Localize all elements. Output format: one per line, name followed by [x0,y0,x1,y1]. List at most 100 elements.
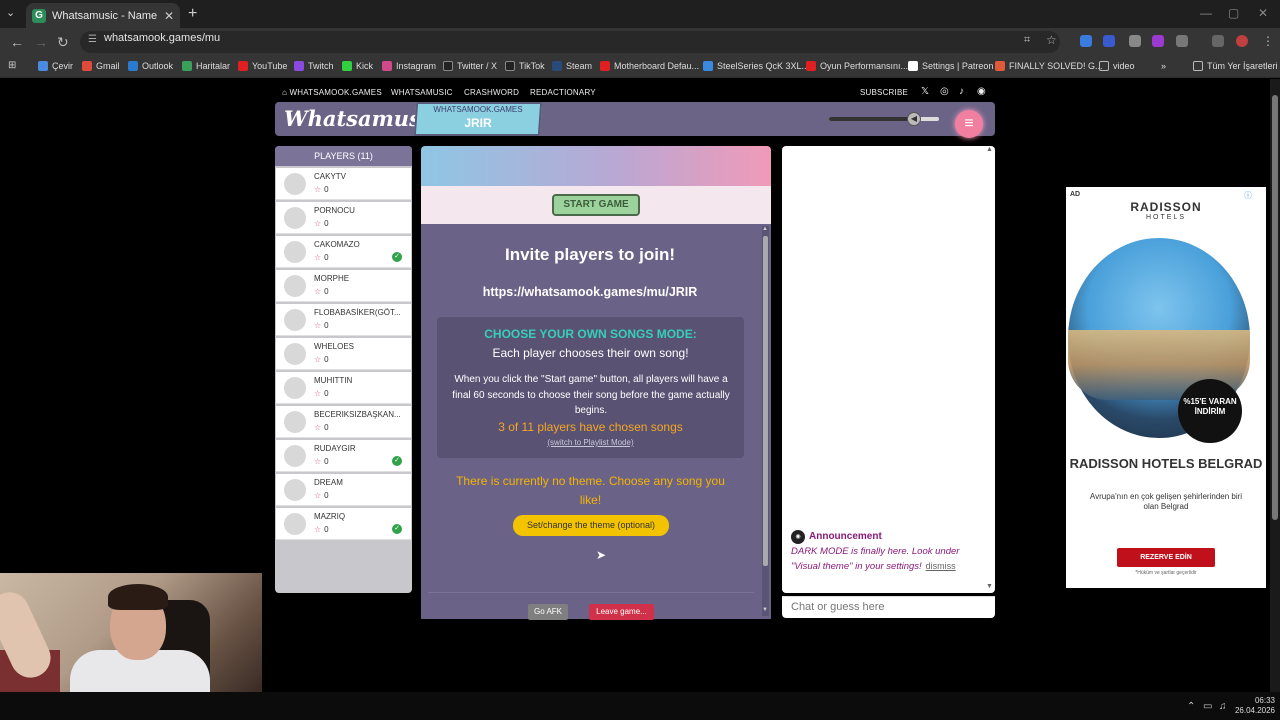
bookmarks-overflow-icon[interactable]: » [1161,61,1166,71]
player-score: ☆ 0 [314,525,329,534]
clock-time: 06:33 [1254,696,1275,705]
browser-menu-icon[interactable]: ⋮ [1262,34,1274,48]
player-row[interactable]: CAKOMAZO ☆ 0 ✓ [276,236,411,268]
bookmark-item[interactable]: Twitch [294,61,334,71]
chat-input-placeholder[interactable]: Chat or guess here [791,601,885,613]
scroll-down-icon[interactable]: ▼ [762,607,768,613]
volume-knob-icon[interactable]: ◀ [907,112,921,126]
all-bookmarks-folder[interactable]: Tüm Yer İşaretleri [1193,61,1278,71]
bookmark-item[interactable]: Settings | Patreon [908,61,993,71]
leave-game-button[interactable]: Leave game... [589,604,654,620]
taskbar-clock[interactable]: 06:33 26.04.2026 [1230,696,1275,716]
bookmark-item[interactable]: Steam [552,61,592,71]
bookmark-item[interactable]: Oyun Performansını... [806,61,908,71]
nav-subscribe-link[interactable]: SUBSCRIBE [860,88,908,97]
url-text[interactable]: whatsamook.games/mu [104,32,220,44]
bookmark-item[interactable]: TikTok [505,61,545,71]
extension-icon[interactable] [1080,35,1092,47]
bookmark-item[interactable]: Haritalar [182,61,230,71]
player-score-value: 0 [324,525,329,534]
go-afk-button[interactable]: Go AFK [528,604,568,620]
new-tab-icon[interactable]: + [188,5,197,23]
page-scrollbar-thumb[interactable] [1272,95,1278,520]
site-info-icon[interactable]: ☰ [88,34,97,45]
announcement-body: DARK MODE is finally here. Look under "V… [791,545,966,574]
hamburger-menu-icon[interactable]: ≡ [955,110,983,138]
player-row[interactable]: PORNOCU ☆ 0 [276,202,411,234]
player-score: ☆ 0 [314,253,329,262]
forward-icon[interactable]: → [34,34,48,50]
bookmark-item[interactable]: Kick [342,61,373,71]
bookmark-item[interactable]: Outlook [128,61,173,71]
network-icon[interactable]: ▭ [1203,701,1212,712]
nav-home-link[interactable]: ⌂ WHATSAMOOK.GAMES [282,88,382,97]
media-icon[interactable] [1212,35,1224,47]
maximize-icon[interactable]: ▢ [1228,6,1239,20]
player-row[interactable]: DREAM ☆ 0 [276,474,411,506]
dismiss-link[interactable]: dismiss [926,561,956,571]
window-close-icon[interactable]: ✕ [1258,6,1268,20]
bookmark-item[interactable]: Instagram [382,61,436,71]
player-score: ☆ 0 [314,321,329,330]
discord-icon[interactable]: ◉ [977,86,986,97]
player-avatar [284,513,306,535]
player-row[interactable]: MAZRIQ ☆ 0 ✓ [276,508,411,540]
nav-crashword-link[interactable]: CRASHWORD [464,88,519,97]
bookmark-folder[interactable]: video [1099,61,1135,71]
extension-icon[interactable] [1152,35,1164,47]
twitter-icon[interactable]: 𝕏 [921,86,929,97]
set-theme-button[interactable]: Set/change the theme (optional) [513,515,669,536]
nav-whatsamusic-link[interactable]: WHATSAMUSIC [391,88,453,97]
chat-scroll-down-icon[interactable]: ▼ [986,583,993,590]
game-panel-scroll-thumb[interactable] [763,236,768,566]
bookmark-item[interactable]: Twitter / X [443,61,497,71]
tab-search-icon[interactable]: ⌄ [6,6,15,19]
bookmark-star-icon[interactable]: ☆ [1046,33,1057,47]
extension-icon[interactable] [1103,35,1115,47]
start-game-button[interactable]: START GAME [552,194,640,216]
songs-chosen-count: 3 of 11 players have chosen songs [498,420,683,434]
minimize-icon[interactable]: — [1200,6,1212,20]
chat-scroll-up-icon[interactable]: ▲ [986,146,993,153]
player-row[interactable]: FLOBABASİKER(GÖT... ☆ 0 [276,304,411,336]
back-icon[interactable]: ← [10,34,24,50]
reload-icon[interactable]: ↻ [57,34,69,51]
player-row[interactable]: MUHITTIN ☆ 0 [276,372,411,404]
bookmark-item[interactable]: Motherboard Defau... [600,61,699,71]
bookmark-item[interactable]: Gmail [82,61,120,71]
invite-url[interactable]: https://whatsamook.games/mu/JRIR [430,285,750,299]
player-row[interactable]: CAKYTV ☆ 0 [276,168,411,200]
bookmark-item[interactable]: FINALLY SOLVED! G... [995,61,1103,71]
taskbar [0,692,1280,720]
browser-tab-active[interactable]: G Whatsamusic - Name That Tun ✕ [26,3,180,28]
announcement-icon: ◉ [791,530,805,544]
profile-avatar[interactable] [1236,35,1248,47]
bookmark-item[interactable]: SteelSeries QcK 3XL... [703,61,809,71]
player-score: ☆ 0 [314,185,329,194]
instagram-icon[interactable]: ◎ [940,86,949,97]
extension-icon[interactable] [1129,35,1141,47]
song-chosen-check-icon: ✓ [392,524,402,534]
bookmark-item[interactable]: YouTube [238,61,287,71]
tab-close-icon[interactable]: ✕ [164,9,174,23]
player-score: ☆ 0 [314,457,329,466]
address-bar[interactable] [80,31,1060,53]
player-score-value: 0 [324,389,329,398]
player-row[interactable]: BECERIKSIZBAŞKAN... ☆ 0 [276,406,411,438]
apps-grid-icon[interactable]: ⊞ [8,60,16,71]
scroll-up-icon[interactable]: ▲ [762,226,768,232]
tiktok-icon[interactable]: ♪ [959,86,964,97]
theme-status-text: There is currently no theme. Choose any … [456,474,725,507]
extensions-puzzle-icon[interactable] [1176,35,1188,47]
player-name: MORPHE [314,274,350,283]
nav-redactionary-link[interactable]: REDACTIONARY [530,88,596,97]
volume-icon[interactable]: ♫ [1219,701,1227,712]
ad-cta-button[interactable]: REZERVE EDİN [1117,548,1215,567]
tray-overflow-icon[interactable]: ⌃ [1187,701,1195,712]
player-row[interactable]: WHELOES ☆ 0 [276,338,411,370]
player-row[interactable]: RUDAYGIR ☆ 0 ✓ [276,440,411,472]
switch-playlist-mode-link[interactable]: (switch to Playlist Mode) [440,438,741,447]
translate-icon[interactable]: ⌗ [1024,34,1030,47]
bookmark-item[interactable]: Çevir [38,61,73,71]
player-row[interactable]: MORPHE ☆ 0 [276,270,411,302]
